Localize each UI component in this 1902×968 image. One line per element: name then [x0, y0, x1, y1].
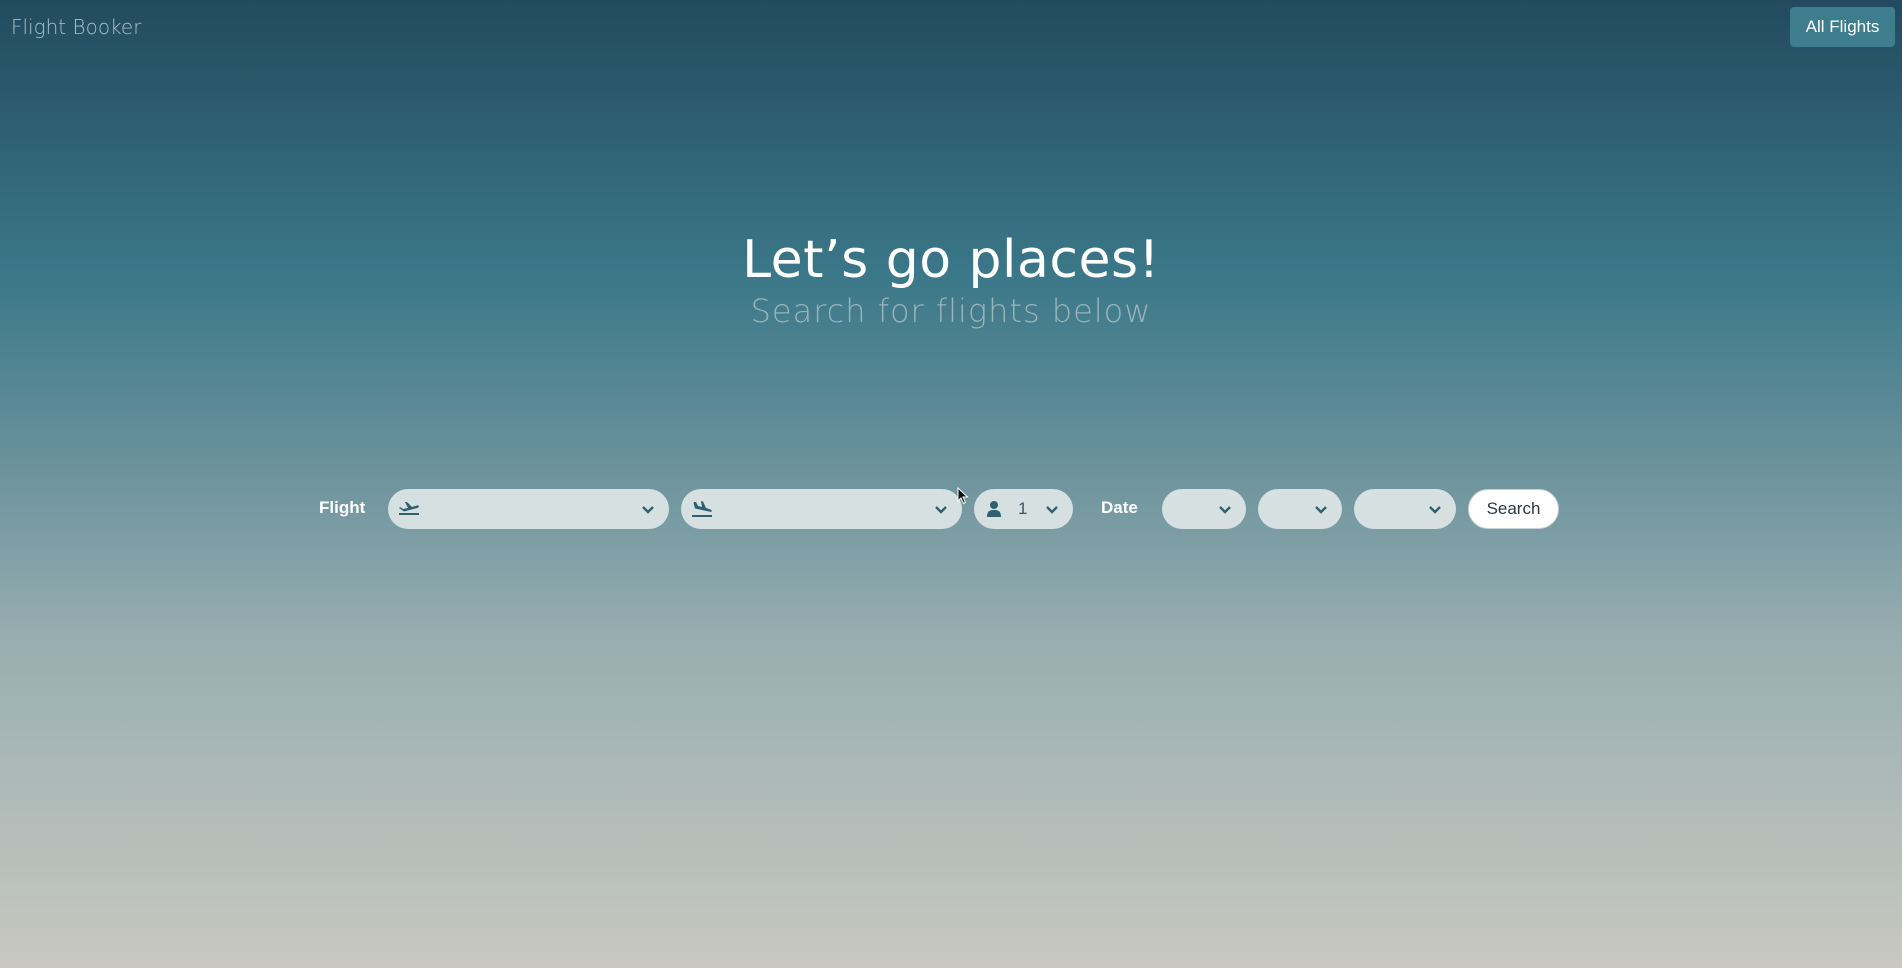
brand-title[interactable]: Flight Booker	[11, 15, 141, 39]
date-day-select[interactable]	[1258, 489, 1342, 529]
chevron-down-icon	[1218, 502, 1232, 516]
hero-title: Let’s go places!	[742, 230, 1160, 290]
origin-select[interactable]	[388, 489, 669, 529]
chevron-down-icon	[1428, 502, 1442, 516]
all-flights-button[interactable]: All Flights	[1790, 7, 1895, 47]
date-label: Date	[1101, 498, 1138, 517]
passengers-value: 1	[1018, 499, 1028, 518]
search-button[interactable]: Search	[1468, 489, 1559, 529]
hero-subtitle: Search for flights below	[750, 292, 1152, 330]
user-icon	[987, 500, 1001, 518]
date-month-select[interactable]	[1162, 489, 1246, 529]
plane-arrival-icon	[691, 500, 713, 518]
chevron-down-icon	[1314, 502, 1328, 516]
top-bar: Flight Booker All Flights	[0, 0, 1902, 56]
flight-label: Flight	[319, 498, 366, 517]
chevron-down-icon	[934, 502, 948, 516]
chevron-down-icon	[1045, 502, 1059, 516]
chevron-down-icon	[641, 502, 655, 516]
date-year-select[interactable]	[1354, 489, 1456, 529]
flight-search-form: Flight 1 Date Search	[0, 489, 1902, 529]
mouse-cursor-icon	[957, 486, 969, 505]
plane-departure-icon	[398, 500, 420, 518]
destination-select[interactable]	[681, 489, 962, 529]
passengers-select[interactable]: 1	[974, 489, 1073, 529]
